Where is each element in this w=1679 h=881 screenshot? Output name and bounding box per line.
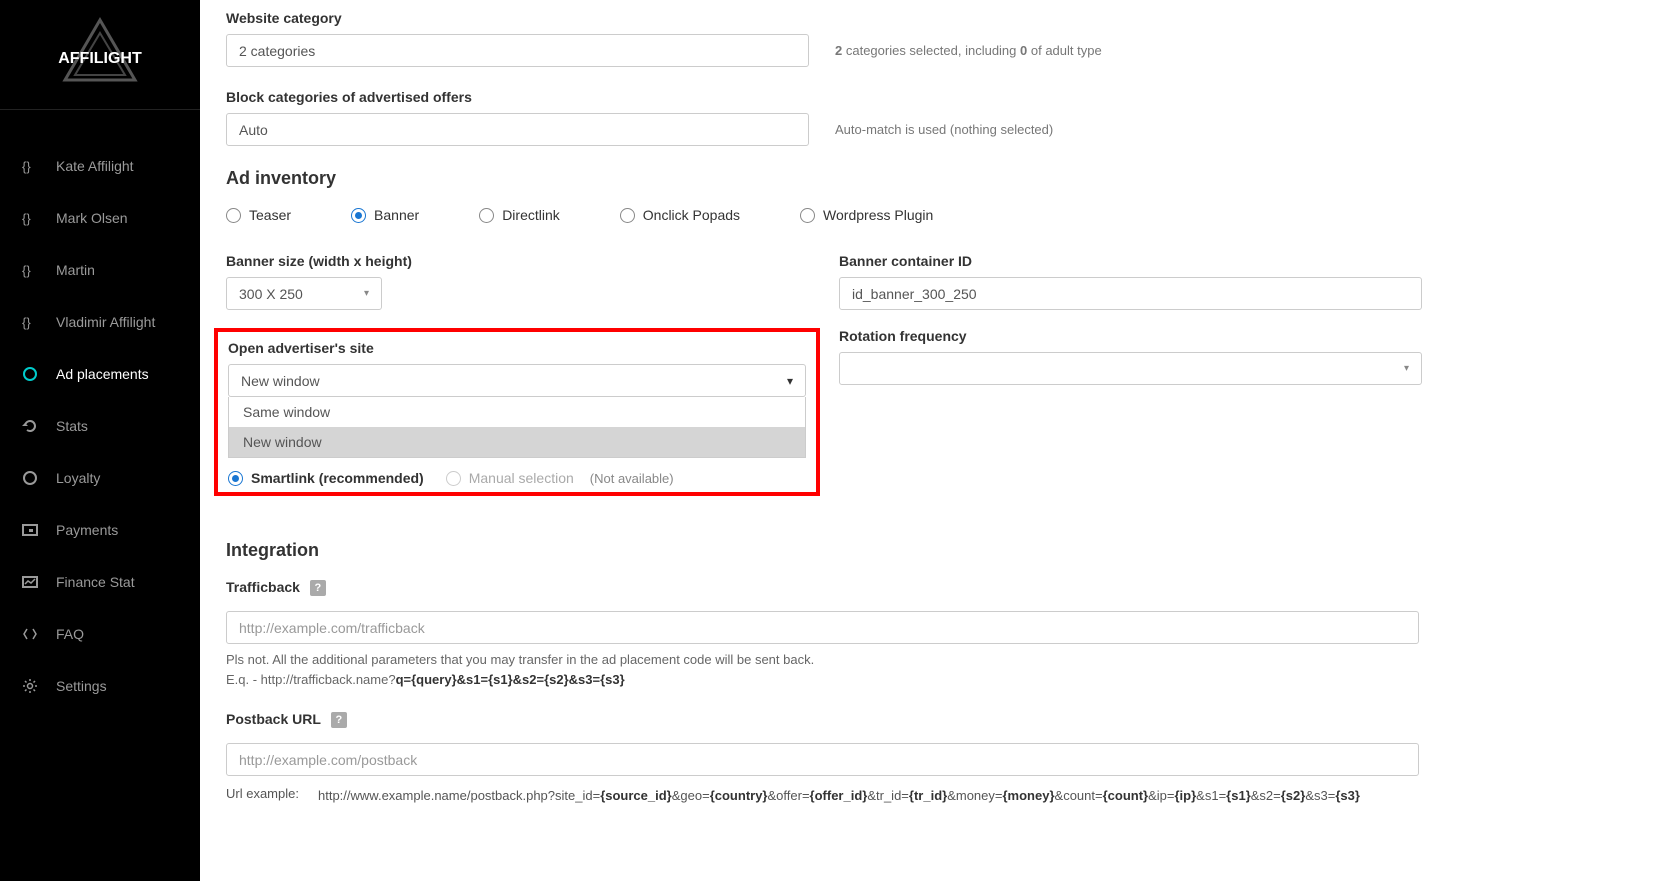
radio-teaser[interactable]: Teaser bbox=[226, 207, 291, 223]
sidebar-nav-label: Stats bbox=[56, 418, 88, 434]
chart-icon bbox=[22, 574, 38, 590]
sidebar-nav-label: FAQ bbox=[56, 626, 84, 642]
help-icon[interactable]: ? bbox=[310, 580, 326, 596]
caret-down-icon: ▾ bbox=[787, 374, 793, 388]
radio-wordpress-plugin[interactable]: Wordpress Plugin bbox=[800, 207, 933, 223]
sidebar-user-list: {} Kate Affilight {} Mark Olsen {} Marti… bbox=[0, 140, 200, 712]
sidebar-nav-finance[interactable]: Finance Stat bbox=[0, 556, 200, 608]
gear-icon bbox=[22, 678, 38, 694]
option-same-window[interactable]: Same window bbox=[229, 397, 805, 427]
sidebar-nav-label: Ad placements bbox=[56, 366, 149, 382]
open-advertiser-dropdown: New window ▾ Same window New window bbox=[228, 364, 806, 458]
faq-icon bbox=[22, 626, 38, 642]
braces-icon: {} bbox=[22, 158, 38, 174]
svg-text:{}: {} bbox=[22, 159, 31, 174]
trafficback-note: Pls not. All the additional parameters t… bbox=[226, 650, 1639, 689]
sidebar-user-mark[interactable]: {} Mark Olsen bbox=[0, 192, 200, 244]
banner-container-label: Banner container ID bbox=[839, 253, 1639, 269]
radio-icon bbox=[226, 208, 241, 223]
option-new-window[interactable]: New window bbox=[229, 427, 805, 457]
sidebar-nav-ad-placements[interactable]: Ad placements bbox=[0, 348, 200, 400]
sidebar-user-kate[interactable]: {} Kate Affilight bbox=[0, 140, 200, 192]
refresh-icon bbox=[22, 418, 38, 434]
open-advertiser-label: Open advertiser's site bbox=[228, 340, 806, 356]
rotation-frequency-select[interactable]: ▾ bbox=[839, 352, 1422, 385]
sidebar-nav-label: Finance Stat bbox=[56, 574, 135, 590]
brand-logo: AFFILIGHT bbox=[0, 0, 200, 110]
url-example: Url example: http://www.example.name/pos… bbox=[226, 786, 1639, 806]
svg-text:{}: {} bbox=[22, 315, 31, 330]
website-category-field: Website category 2 categories selected, … bbox=[226, 10, 1639, 67]
sidebar-user-label: Kate Affilight bbox=[56, 158, 134, 174]
sidebar-nav-label: Settings bbox=[56, 678, 107, 694]
rotation-frequency-label: Rotation frequency bbox=[839, 328, 1639, 344]
radio-smartlink[interactable]: Smartlink (recommended) bbox=[228, 470, 424, 486]
braces-icon: {} bbox=[22, 314, 38, 330]
block-categories-input[interactable] bbox=[226, 113, 809, 146]
sidebar-user-label: Martin bbox=[56, 262, 95, 278]
radio-icon bbox=[800, 208, 815, 223]
sidebar-nav-faq[interactable]: FAQ bbox=[0, 608, 200, 660]
chevron-down-icon: ▾ bbox=[1404, 363, 1409, 374]
radio-icon bbox=[446, 471, 461, 486]
sidebar-user-martin[interactable]: {} Martin bbox=[0, 244, 200, 296]
radio-icon bbox=[228, 471, 243, 486]
help-icon[interactable]: ? bbox=[331, 712, 347, 728]
integration-title: Integration bbox=[226, 540, 1639, 561]
block-categories-helper: Auto-match is used (nothing selected) bbox=[835, 122, 1053, 137]
braces-icon: {} bbox=[22, 210, 38, 226]
radio-icon bbox=[479, 208, 494, 223]
radio-manual-selection[interactable]: Manual selection bbox=[446, 470, 574, 486]
sidebar-user-vladimir[interactable]: {} Vladimir Affilight bbox=[0, 296, 200, 348]
trafficback-input[interactable] bbox=[226, 611, 1419, 644]
radio-onclick-popads[interactable]: Onclick Popads bbox=[620, 207, 740, 223]
sidebar-user-label: Vladimir Affilight bbox=[56, 314, 155, 330]
banner-size-select[interactable]: 300 X 250 ▾ bbox=[226, 277, 382, 310]
brand-text: AFFILIGHT bbox=[58, 50, 142, 67]
main-content: Website category 2 categories selected, … bbox=[200, 0, 1679, 881]
ad-inventory-radios: Teaser Banner Directlink Onclick Popads … bbox=[226, 207, 1639, 223]
sidebar-nav-stats[interactable]: Stats bbox=[0, 400, 200, 452]
sidebar-nav-payments[interactable]: Payments bbox=[0, 504, 200, 556]
website-category-label: Website category bbox=[226, 10, 1639, 26]
svg-text:{}: {} bbox=[22, 263, 31, 278]
open-advertiser-select[interactable]: New window ▾ bbox=[228, 364, 806, 397]
trafficback-label: Trafficback bbox=[226, 579, 300, 595]
sidebar-nav-settings[interactable]: Settings bbox=[0, 660, 200, 712]
not-available-text: (Not available) bbox=[590, 471, 674, 486]
banner-container-input[interactable] bbox=[839, 277, 1422, 310]
website-category-helper: 2 categories selected, including 0 of ad… bbox=[835, 43, 1102, 58]
svg-text:{}: {} bbox=[22, 211, 31, 226]
trafficback-field: Trafficback ? Pls not. All the additiona… bbox=[226, 579, 1639, 689]
ad-inventory-title: Ad inventory bbox=[226, 168, 1639, 189]
open-advertiser-options: Same window New window bbox=[228, 397, 806, 458]
radio-icon bbox=[620, 208, 635, 223]
link-mode-radios: Smartlink (recommended) Manual selection… bbox=[228, 470, 806, 486]
website-category-input[interactable] bbox=[226, 34, 809, 67]
radio-banner[interactable]: Banner bbox=[351, 207, 419, 223]
sidebar-nav-label: Payments bbox=[56, 522, 118, 538]
block-categories-label: Block categories of advertised offers bbox=[226, 89, 1639, 105]
card-icon bbox=[22, 522, 38, 538]
braces-icon: {} bbox=[22, 262, 38, 278]
block-categories-field: Block categories of advertised offers Au… bbox=[226, 89, 1639, 146]
postback-input[interactable] bbox=[226, 743, 1419, 776]
circle-icon bbox=[22, 366, 38, 382]
open-advertiser-highlight: Open advertiser's site New window ▾ Same… bbox=[214, 328, 820, 496]
sidebar-nav-label: Loyalty bbox=[56, 470, 100, 486]
sidebar: AFFILIGHT {} Kate Affilight {} Mark Olse… bbox=[0, 0, 200, 881]
postback-label: Postback URL bbox=[226, 711, 321, 727]
radio-icon bbox=[351, 208, 366, 223]
sidebar-nav-loyalty[interactable]: Loyalty bbox=[0, 452, 200, 504]
banner-size-label: Banner size (width x height) bbox=[226, 253, 809, 269]
circle-outline-icon bbox=[22, 470, 38, 486]
radio-directlink[interactable]: Directlink bbox=[479, 207, 560, 223]
sidebar-user-label: Mark Olsen bbox=[56, 210, 128, 226]
chevron-down-icon: ▾ bbox=[364, 288, 369, 299]
postback-field: Postback URL ? Url example: http://www.e… bbox=[226, 711, 1639, 806]
